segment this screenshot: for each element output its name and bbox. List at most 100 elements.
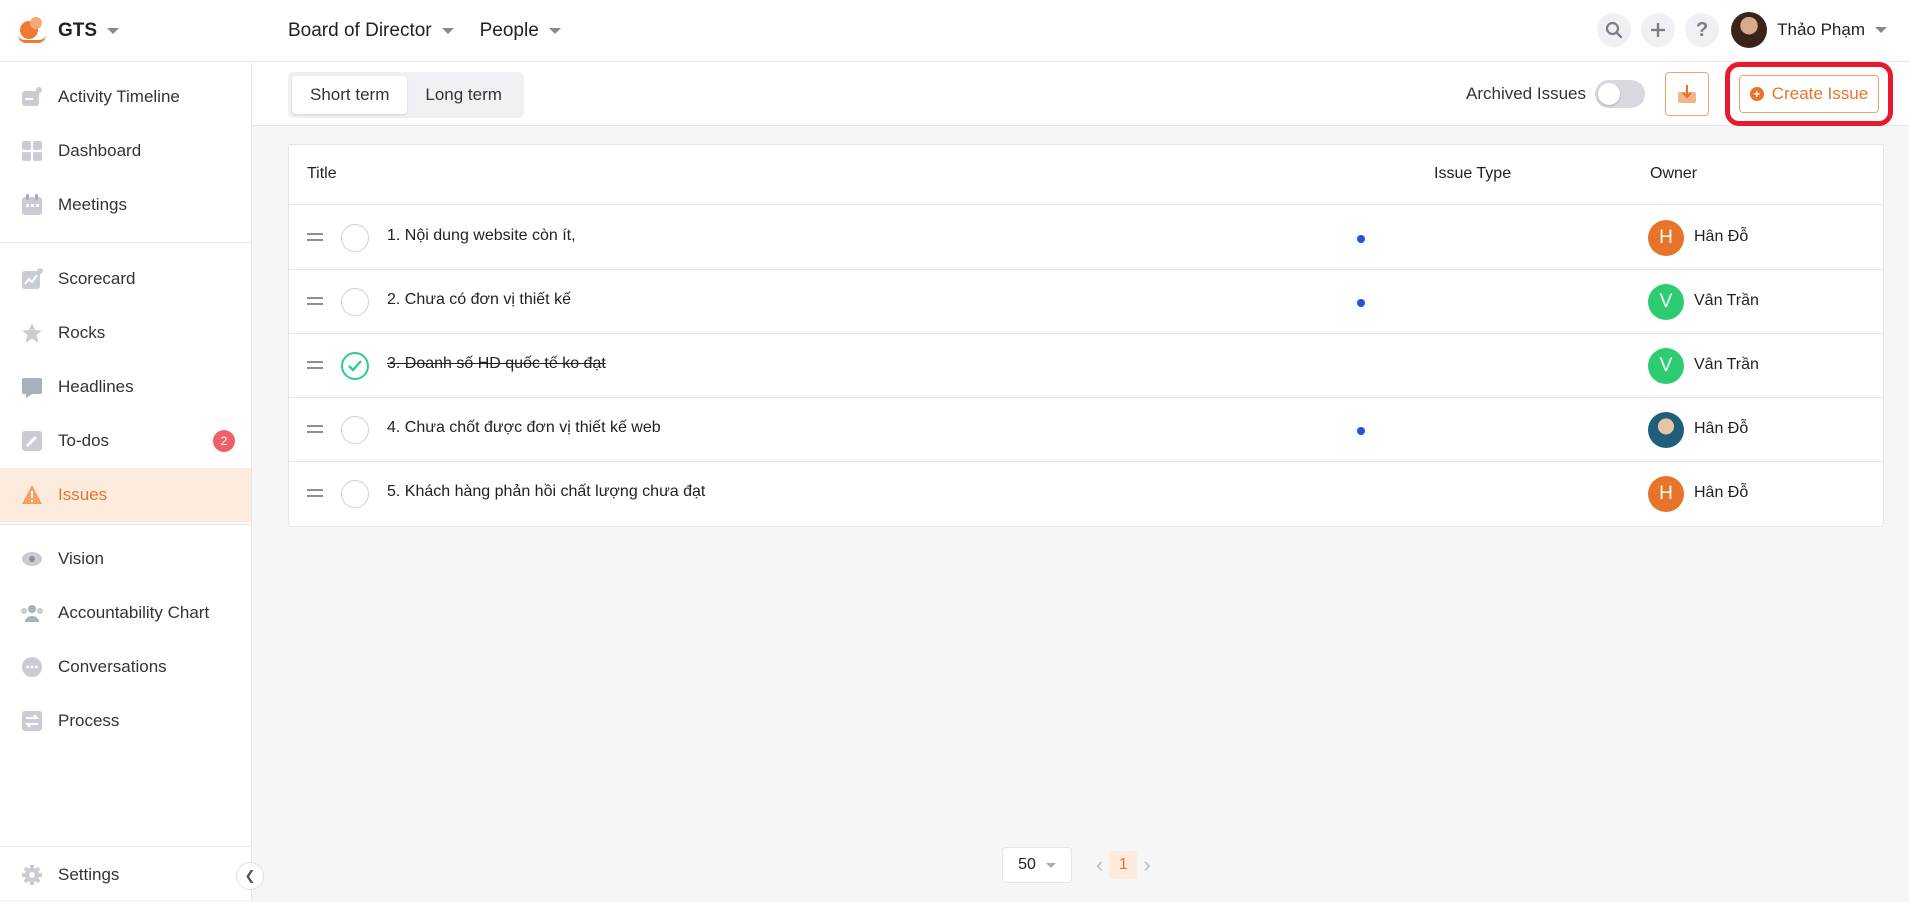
sidebar-item-vision[interactable]: Vision: [0, 532, 251, 586]
sidebar-item-settings[interactable]: Settings: [0, 848, 251, 902]
issue-title[interactable]: 1. Nội dung website còn ít,: [387, 227, 576, 245]
issue-checkbox[interactable]: [341, 224, 369, 252]
owner-name: Vân Trần: [1694, 292, 1759, 309]
next-page-icon[interactable]: ›: [1143, 852, 1150, 878]
issue-title[interactable]: 5. Khách hàng phản hồi chất lượng chưa đ…: [387, 483, 705, 501]
sidebar-item-headlines[interactable]: Headlines: [0, 360, 251, 414]
create-issue-button[interactable]: + Create Issue: [1739, 75, 1879, 113]
top-bar: GTS Board of Director People ? Thảo Phạm: [0, 0, 1909, 62]
dashboard-icon: [20, 139, 44, 163]
search-icon: [1606, 21, 1623, 39]
tab-short-term[interactable]: Short term: [292, 76, 408, 114]
scorecard-icon: [20, 267, 44, 291]
sidebar-divider: [0, 524, 251, 525]
team-selector[interactable]: Board of Director: [288, 20, 454, 42]
owner-avatar: V: [1648, 348, 1684, 384]
issue-checkbox-checked[interactable]: [341, 352, 369, 380]
sidebar-item-scorecard[interactable]: Scorecard: [0, 252, 251, 306]
plus-circle-icon: +: [1749, 87, 1764, 101]
term-tabs: Short term Long term: [288, 72, 524, 118]
add-button[interactable]: [1641, 13, 1676, 47]
brand-switcher[interactable]: GTS: [0, 16, 252, 45]
top-actions: ? Thảo Phạm: [1587, 12, 1887, 48]
table-row[interactable]: 4. Chưa chốt được đơn vị thiết kế web Hâ…: [289, 398, 1883, 462]
table-header: Title Issue Type Owner: [289, 145, 1883, 205]
breadcrumb: Board of Director People: [288, 20, 587, 42]
issue-checkbox[interactable]: [341, 416, 369, 444]
plus-icon: [1651, 23, 1666, 37]
chevron-down-icon: [107, 27, 120, 34]
owner-name: Vân Trần: [1694, 356, 1759, 373]
table-row[interactable]: 2. Chưa có đơn vị thiết kế V Vân Trần: [289, 270, 1883, 334]
sidebar-item-todos[interactable]: To-dos 2: [0, 414, 251, 468]
issues-toolbar: Short term Long term Archived Issues + C…: [252, 62, 1909, 126]
owner-name: Hân Đỗ: [1694, 420, 1749, 437]
archived-issues-toggle[interactable]: [1595, 80, 1645, 108]
issue-checkbox[interactable]: [341, 480, 369, 508]
help-button[interactable]: ?: [1685, 13, 1720, 47]
sidebar-item-process[interactable]: Process: [0, 694, 251, 748]
create-issue-highlight: + Create Issue: [1725, 62, 1893, 126]
sidebar-item-label: Issues: [58, 485, 108, 504]
sidebar-item-label: Vision: [58, 549, 104, 568]
drag-handle-icon[interactable]: [307, 489, 323, 497]
drag-handle-icon[interactable]: [307, 297, 323, 305]
download-button[interactable]: [1665, 72, 1709, 116]
star-icon: [20, 321, 44, 345]
sidebar-item-accountability-chart[interactable]: Accountability Chart: [0, 586, 251, 640]
issue-checkbox[interactable]: [341, 288, 369, 316]
prev-page-icon[interactable]: ‹: [1096, 852, 1103, 878]
todos-count-badge: 2: [213, 430, 235, 452]
sidebar-item-rocks[interactable]: Rocks: [0, 306, 251, 360]
process-icon: [20, 709, 44, 733]
table-row[interactable]: 1. Nội dung website còn ít, H Hân Đỗ: [289, 206, 1883, 270]
issue-title[interactable]: 2. Chưa có đơn vị thiết kế: [387, 291, 571, 309]
sidebar-divider: [0, 242, 251, 243]
tab-long-term[interactable]: Long term: [407, 76, 520, 114]
user-name[interactable]: Thảo Phạm: [1777, 20, 1865, 40]
owner-avatar: H: [1648, 220, 1684, 256]
team-selector-label: Board of Director: [288, 19, 432, 41]
unread-dot-icon: [1357, 235, 1365, 243]
user-avatar[interactable]: [1731, 12, 1768, 48]
issue-title[interactable]: 4. Chưa chốt được đơn vị thiết kế web: [387, 419, 661, 437]
unread-dot-icon: [1357, 427, 1365, 435]
sidebar-item-conversations[interactable]: Conversations: [0, 640, 251, 694]
owner-avatar: V: [1648, 284, 1684, 320]
sidebar-item-label: Activity Timeline: [58, 87, 180, 106]
table-row[interactable]: 5. Khách hàng phản hồi chất lượng chưa đ…: [289, 462, 1883, 526]
sidebar-item-issues[interactable]: Issues: [0, 468, 251, 522]
sidebar-item-label: Dashboard: [58, 141, 142, 160]
sidebar-item-label: Process: [58, 711, 120, 730]
drag-handle-icon[interactable]: [307, 233, 323, 241]
sidebar-item-dashboard[interactable]: Dashboard: [0, 124, 251, 178]
sidebar-item-meetings[interactable]: Meetings: [0, 178, 251, 232]
headline-icon: [20, 375, 44, 399]
drag-handle-icon[interactable]: [307, 425, 323, 433]
owner-avatar: H: [1648, 476, 1684, 512]
table-row[interactable]: 3. Doanh số HD quốc tế ko đạt V Vân Trần: [289, 334, 1883, 398]
sidebar: Activity Timeline Dashboard Meetings Sco…: [0, 62, 252, 900]
pagination: 50 ‹ 1 ›: [1002, 847, 1157, 883]
warning-icon: [20, 483, 44, 507]
collapse-sidebar-button[interactable]: ❮: [236, 862, 264, 890]
page-number-current[interactable]: 1: [1109, 851, 1138, 879]
sidebar-item-label: Headlines: [58, 377, 134, 396]
eye-icon: [20, 547, 44, 571]
page-size-select[interactable]: 50: [1002, 847, 1072, 883]
search-button[interactable]: [1597, 13, 1632, 47]
drag-handle-icon[interactable]: [307, 361, 323, 369]
sidebar-item-label: Rocks: [58, 323, 106, 342]
issue-title[interactable]: 3. Doanh số HD quốc tế ko đạt: [387, 355, 606, 373]
unread-dot-icon: [1357, 299, 1365, 307]
chevron-down-icon: [441, 27, 454, 34]
sidebar-item-activity-timeline[interactable]: Activity Timeline: [0, 70, 251, 124]
chevron-down-icon[interactable]: [1875, 27, 1887, 33]
section-selector[interactable]: People: [480, 20, 561, 42]
timeline-icon: [20, 85, 44, 109]
chevron-down-icon: [548, 27, 561, 34]
gear-icon: [20, 863, 44, 887]
app-logo-icon: [18, 16, 46, 45]
sidebar-item-label: Scorecard: [58, 269, 136, 288]
section-selector-label: People: [479, 19, 539, 41]
